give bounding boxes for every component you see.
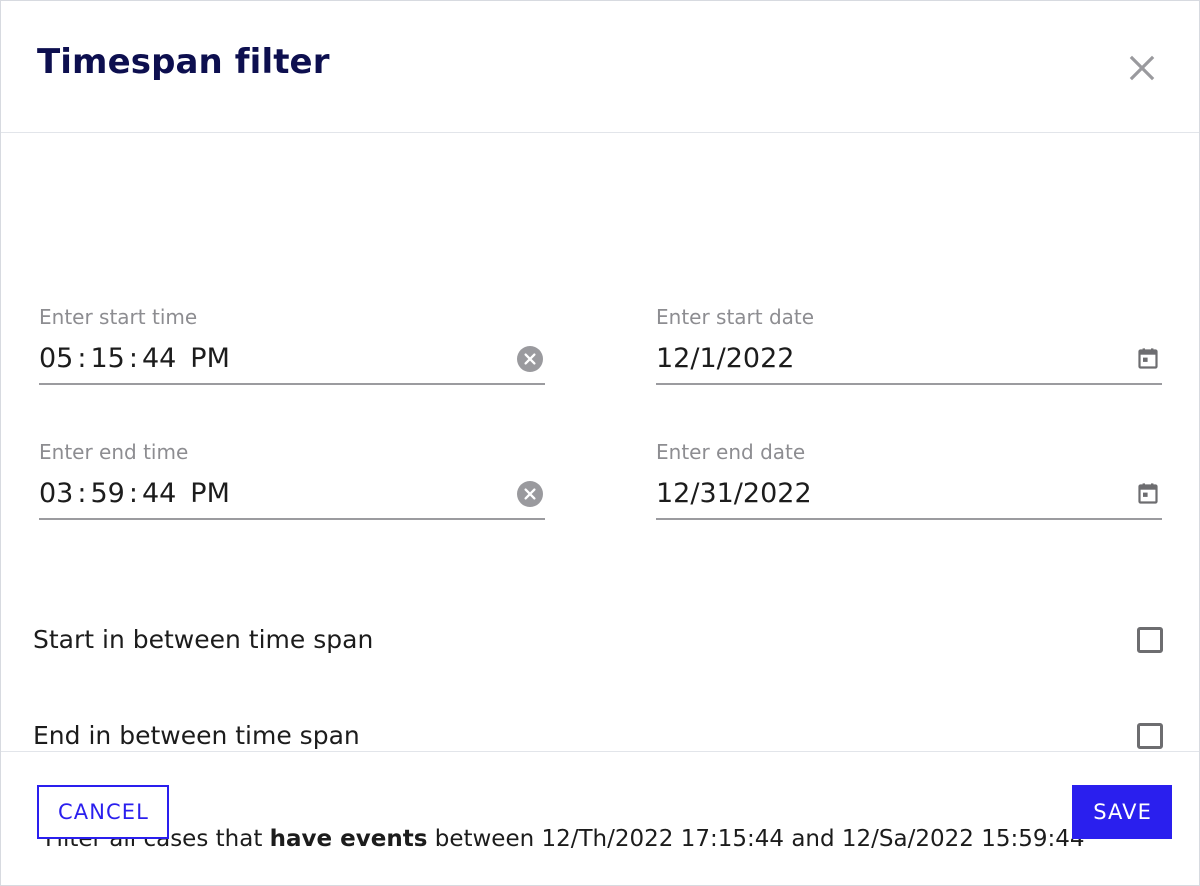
end-time-input[interactable]: 03 : 59 : 44 PM bbox=[39, 470, 545, 520]
start-time-colon-1: : bbox=[77, 343, 87, 374]
clear-circle-icon[interactable] bbox=[517, 481, 543, 507]
clear-circle-icon[interactable] bbox=[517, 346, 543, 372]
start-time-label: Enter start time bbox=[39, 305, 198, 329]
start-time-colon-2: : bbox=[128, 343, 138, 374]
end-time-field: Enter end time 03 : 59 : 44 PM bbox=[39, 440, 545, 520]
end-time-seconds[interactable]: 44 bbox=[142, 477, 176, 511]
end-date-label: Enter end date bbox=[656, 440, 806, 464]
end-in-between-row: End in between time span bbox=[33, 719, 1163, 753]
end-in-between-label: End in between time span bbox=[33, 721, 360, 750]
start-time-field: Enter start time 05 : 15 : 44 PM bbox=[39, 305, 545, 385]
end-date-value[interactable]: 12/31/2022 bbox=[656, 477, 812, 511]
end-time-hours[interactable]: 03 bbox=[39, 477, 73, 511]
start-date-field: Enter start date 12/1/2022 bbox=[656, 305, 1162, 385]
end-time-colon-2: : bbox=[128, 478, 138, 509]
save-button[interactable]: SAVE bbox=[1072, 785, 1172, 839]
cancel-button[interactable]: CANCEL bbox=[37, 785, 169, 839]
start-time-value[interactable]: 05 : 15 : 44 PM bbox=[39, 342, 230, 376]
start-time-meridiem[interactable]: PM bbox=[190, 342, 230, 376]
start-time-seconds[interactable]: 44 bbox=[142, 342, 176, 376]
end-date-field: Enter end date 12/31/2022 bbox=[656, 440, 1162, 520]
close-icon[interactable] bbox=[1125, 51, 1159, 85]
end-time-colon-1: : bbox=[77, 478, 87, 509]
dialog-body: Enter start time 05 : 15 : 44 PM Enter e… bbox=[1, 133, 1199, 852]
start-date-value[interactable]: 12/1/2022 bbox=[656, 342, 794, 376]
calendar-icon[interactable] bbox=[1136, 482, 1160, 506]
start-in-between-checkbox[interactable] bbox=[1137, 627, 1163, 653]
calendar-icon[interactable] bbox=[1136, 347, 1160, 371]
timespan-filter-dialog: Timespan filter Enter start time 05 : 15… bbox=[0, 0, 1200, 886]
start-date-label: Enter start date bbox=[656, 305, 815, 329]
end-time-meridiem[interactable]: PM bbox=[190, 477, 230, 511]
dialog-title: Timespan filter bbox=[37, 42, 330, 82]
dialog-footer: CANCEL SAVE bbox=[1, 751, 1199, 885]
end-date-input[interactable]: 12/31/2022 bbox=[656, 470, 1162, 520]
end-time-minutes[interactable]: 59 bbox=[90, 477, 124, 511]
start-time-hours[interactable]: 05 bbox=[39, 342, 73, 376]
end-time-value[interactable]: 03 : 59 : 44 PM bbox=[39, 477, 230, 511]
end-time-label: Enter end time bbox=[39, 440, 189, 464]
end-in-between-checkbox[interactable] bbox=[1137, 723, 1163, 749]
start-date-input[interactable]: 12/1/2022 bbox=[656, 335, 1162, 385]
start-time-input[interactable]: 05 : 15 : 44 PM bbox=[39, 335, 545, 385]
dialog-header: Timespan filter bbox=[1, 1, 1199, 133]
start-in-between-label: Start in between time span bbox=[33, 625, 374, 654]
start-in-between-row: Start in between time span bbox=[33, 623, 1163, 657]
start-time-minutes[interactable]: 15 bbox=[90, 342, 124, 376]
